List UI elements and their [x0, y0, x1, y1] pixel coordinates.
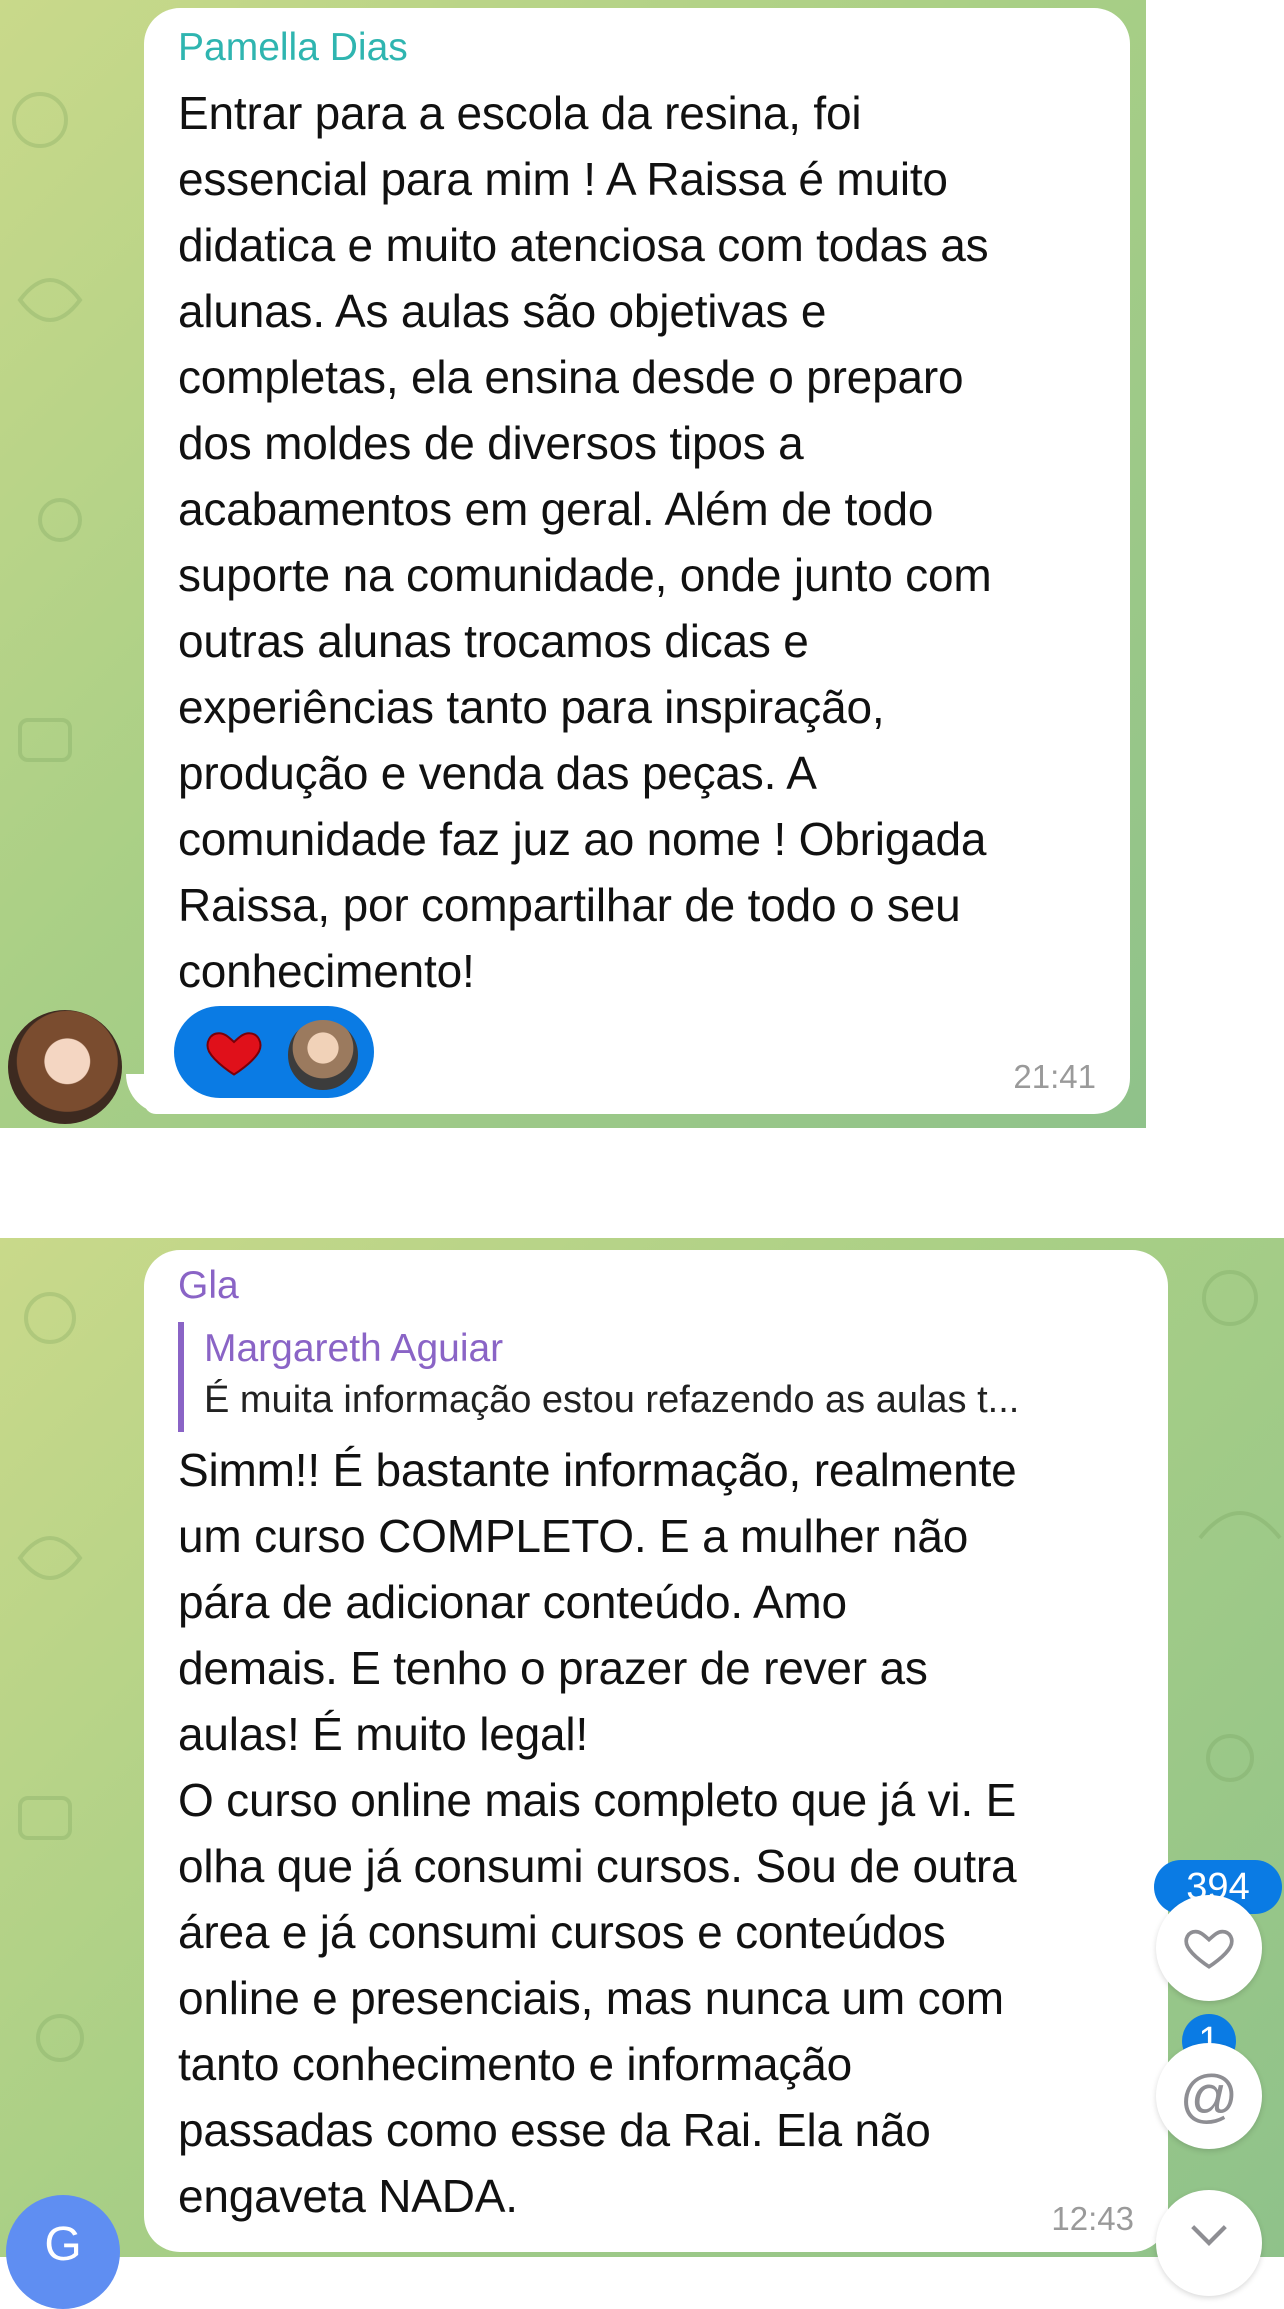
message-time: 12:43 — [1051, 2200, 1134, 2237]
avatar[interactable] — [8, 1010, 122, 1124]
message-time: 21:41 — [1013, 1058, 1096, 1095]
mentions-button[interactable]: @ — [1156, 2043, 1262, 2149]
message-text: Entrar para a escola da resina, foi esse… — [178, 87, 992, 997]
avatar[interactable]: G — [6, 2195, 120, 2309]
reactions-button[interactable] — [1156, 1895, 1262, 2001]
chevron-down-icon — [1191, 2225, 1227, 2246]
sender-name[interactable]: Gla — [178, 1264, 239, 1308]
reaction-pill[interactable] — [174, 1006, 374, 1098]
heart-outline-icon — [1184, 1929, 1234, 1969]
message-bubble[interactable]: Gla Margareth Aguiar É muita informação … — [144, 1250, 1168, 2252]
message-text: Simm!! É bastante informação, realmente … — [178, 1444, 1017, 2222]
reactor-avatar[interactable] — [286, 1018, 360, 1092]
heart-icon — [206, 1032, 262, 1076]
reply-sender-name: Margareth Aguiar — [204, 1327, 504, 1370]
sender-name[interactable]: Pamella Dias — [178, 26, 408, 70]
reply-text: É muita informação estou refazendo as au… — [204, 1379, 1020, 1421]
at-sign-icon: @ — [1179, 2063, 1239, 2129]
scroll-down-button[interactable] — [1156, 2190, 1262, 2296]
message-bubble[interactable]: Pamella Dias Entrar para a escola da res… — [144, 8, 1130, 1114]
reply-quote[interactable]: Margareth Aguiar É muita informação esto… — [178, 1322, 1138, 1432]
